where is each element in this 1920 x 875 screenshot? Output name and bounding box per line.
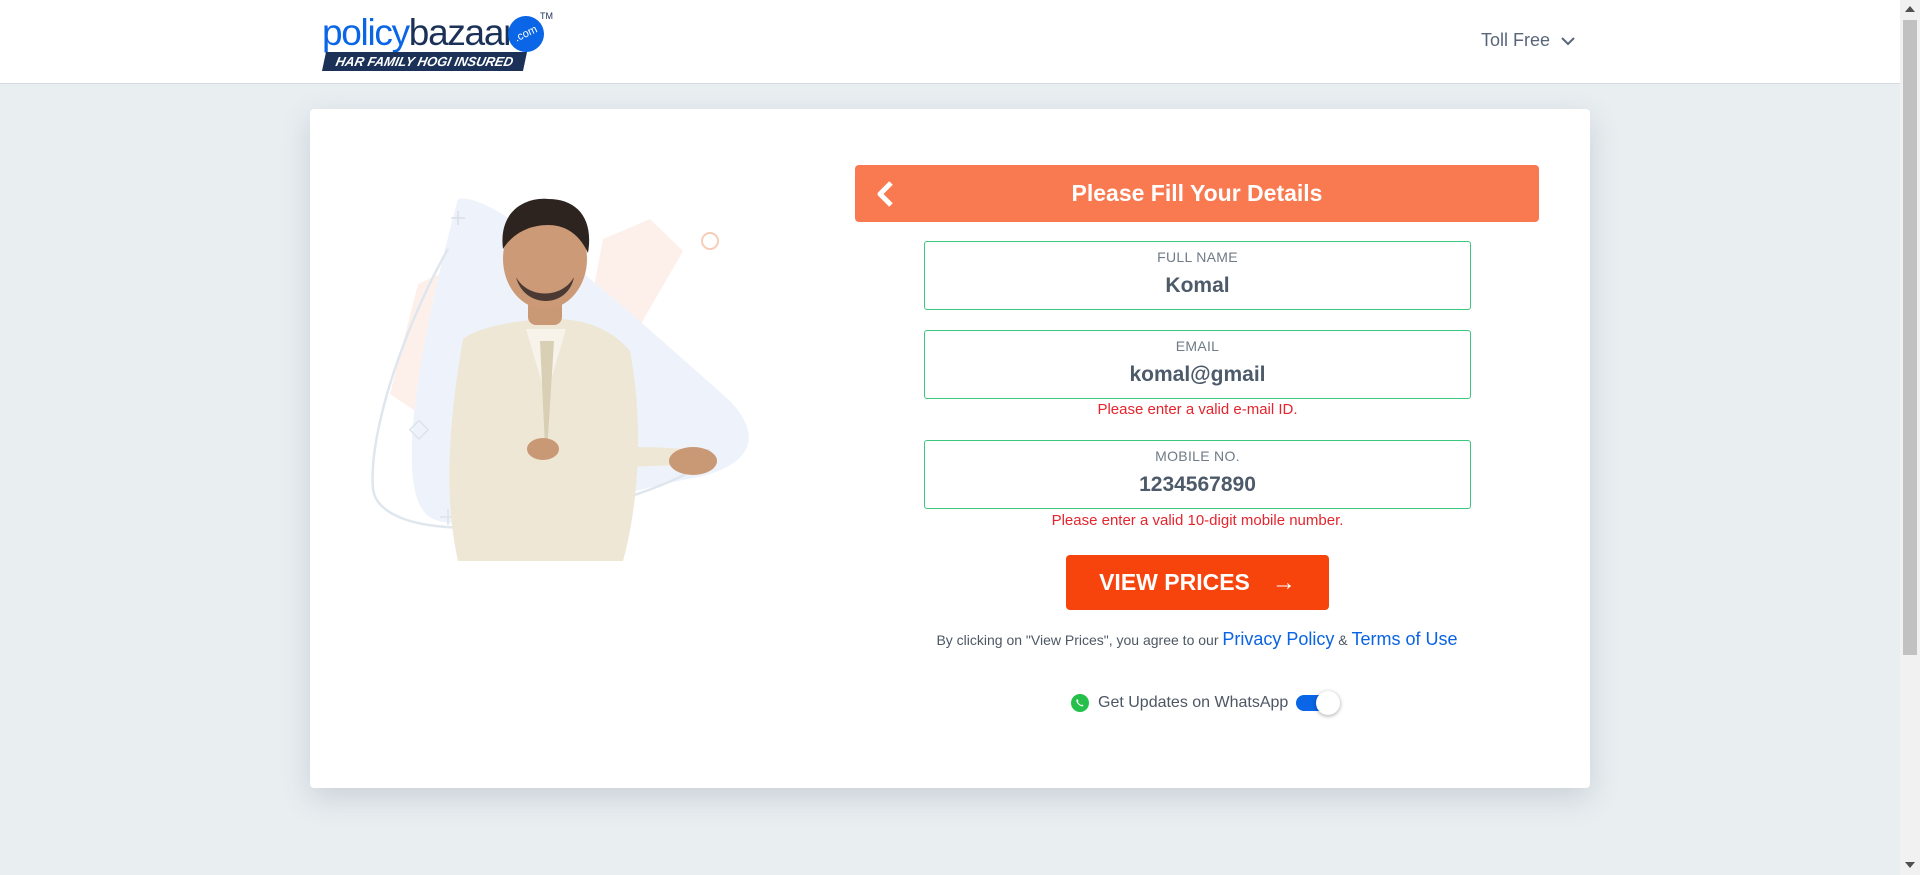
logo-trademark: TM bbox=[540, 11, 553, 21]
consent-statement: By clicking on "View Prices", you agree … bbox=[936, 632, 1219, 648]
whatsapp-toggle[interactable] bbox=[1296, 691, 1341, 715]
back-button[interactable] bbox=[867, 176, 903, 212]
mobile-label: MOBILE NO. bbox=[1155, 448, 1240, 464]
toll-free-dropdown[interactable]: Toll Free bbox=[1481, 30, 1576, 51]
form-title: Please Fill Your Details bbox=[1071, 180, 1323, 206]
mobile-error-message: Please enter a valid 10-digit mobile num… bbox=[1051, 512, 1344, 529]
email-label: EMAIL bbox=[1175, 338, 1220, 354]
scroll-up-arrow-icon[interactable] bbox=[1905, 6, 1915, 12]
arrow-right-icon: → bbox=[1271, 568, 1296, 596]
whatsapp-updates-row: Get Updates on WhatsApp bbox=[1070, 691, 1341, 715]
top-header: policybazaar .com TM HAR FAMILY HOGI INS… bbox=[0, 0, 1900, 84]
mobile-input[interactable] bbox=[925, 471, 1470, 499]
email-input[interactable] bbox=[925, 361, 1470, 389]
scrollbar-thumb[interactable] bbox=[1903, 20, 1917, 655]
full-name-label: FULL NAME bbox=[1157, 249, 1238, 265]
vertical-scrollbar[interactable] bbox=[1900, 0, 1920, 875]
chevron-down-icon bbox=[1561, 36, 1575, 45]
form-header: Please Fill Your Details bbox=[855, 165, 1539, 222]
full-name-input[interactable] bbox=[925, 272, 1470, 300]
whatsapp-label: Get Updates on WhatsApp bbox=[1098, 694, 1289, 711]
scroll-down-arrow-icon[interactable] bbox=[1905, 862, 1915, 868]
brand-ambassador-illustration bbox=[371, 198, 749, 561]
consent-text: By clicking on "View Prices", you agree … bbox=[855, 629, 1539, 650]
logo-wordmark: policybazaar bbox=[322, 12, 515, 53]
toll-free-label: Toll Free bbox=[1481, 30, 1551, 50]
mobile-field[interactable]: MOBILE NO. bbox=[924, 440, 1471, 509]
toggle-knob bbox=[1316, 691, 1341, 715]
chevron-left-icon bbox=[877, 181, 893, 207]
whatsapp-icon bbox=[1071, 694, 1089, 712]
logo-tagline: HAR FAMILY HOGI INSURED bbox=[321, 52, 528, 71]
email-field[interactable]: EMAIL bbox=[924, 330, 1471, 399]
details-card: Please Fill Your Details FULL NAME EMAIL… bbox=[310, 109, 1590, 788]
privacy-policy-link[interactable]: Privacy Policy bbox=[1222, 629, 1334, 649]
view-prices-button[interactable]: VIEW PRICES → bbox=[1066, 555, 1329, 610]
view-prices-label: VIEW PRICES bbox=[1099, 569, 1250, 595]
policybazaar-logo[interactable]: policybazaar .com TM HAR FAMILY HOGI INS… bbox=[321, 10, 554, 72]
terms-of-use-link[interactable]: Terms of Use bbox=[1352, 629, 1458, 649]
full-name-field[interactable]: FULL NAME bbox=[924, 241, 1471, 310]
email-error-message: Please enter a valid e-mail ID. bbox=[1097, 401, 1298, 418]
consent-separator: & bbox=[1338, 632, 1348, 648]
